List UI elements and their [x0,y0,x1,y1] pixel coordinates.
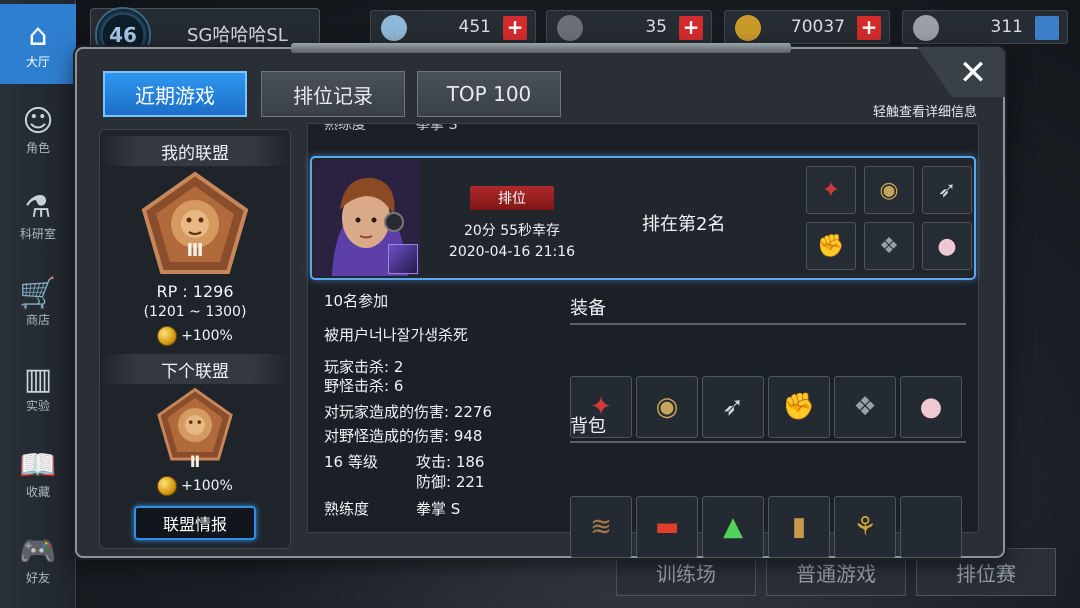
black-armor-icon: ❖ [864,222,914,270]
add-tickets-button[interactable]: + [679,16,703,40]
pearl-icon: ● [922,222,972,270]
tab-recent-games[interactable]: 近期游戏 [103,71,247,117]
red-bar-icon[interactable]: ▬ [636,496,698,558]
killed-by: 被用户너나잘가생杀死 [324,326,469,344]
cart-icon: 🛒 [19,275,57,311]
nav-label: 好友 [25,570,50,585]
survival-time: 20分 55秒幸存 [463,223,561,239]
rp-value: RP : 1296 [156,282,234,301]
monster-damage: 对野怪造成的伤害: 948 [324,427,483,445]
bonus-value: +100% [181,478,233,494]
currency-value: 451 [458,17,491,37]
green-powder-icon[interactable]: ▲ [702,496,764,558]
final-rank: 排在第2名 [642,214,726,235]
close-button[interactable]: ✕ [953,53,993,93]
alliance-info-button[interactable]: 联盟情报 [134,506,256,540]
peek-value: 拳掌 S [416,124,458,133]
currency-bp: 311 [902,10,1068,44]
gem-icon [381,15,407,41]
player-damage: 对玩家造成的伤害: 2276 [324,403,492,421]
backpack-title: 背包 [570,412,966,443]
modal-top-ornament [291,43,791,53]
mastery-value: 拳掌 S [416,500,461,518]
top-bar: 46 SG哈哈哈SL 451 + 35 + 70037 + 311 [80,0,1080,63]
nav-character[interactable]: ☺ 角色 [0,90,76,170]
book-icon: 📖 [19,447,57,483]
bp-icon [913,15,939,41]
next-bonus: +100% [100,476,290,496]
attack-stat: 攻击: 186 [416,453,485,471]
bonus-value: +100% [181,328,233,344]
coin-icon [157,476,178,496]
lion-emblem-icon [156,388,234,462]
match-detail-panel[interactable]: 熟练度 拳掌 S 排位 20分 55秒幸存 2020-04-16 21:16 排… [307,123,979,558]
jar-icon[interactable]: ▮ [768,496,830,558]
currency-value: 311 [990,17,1023,37]
empty-slot[interactable] [900,496,962,558]
currency-value: 35 [645,17,667,37]
character-level: 16 等级 [324,453,378,471]
books-icon: ▥ [23,361,53,397]
nav-label: 实验 [25,398,50,413]
tab-ranked-history[interactable]: 排位记录 [261,71,405,117]
nav-label: 科研室 [19,226,56,241]
home-icon: ⌂ [28,17,48,53]
alliance-panel: 我的联盟 Ⅲ RP : 1296 (1201 ~ 1300) +100% 下个联… [99,129,291,549]
nav-collection[interactable]: 📖 收藏 [0,434,76,514]
my-bonus: +100% [100,326,290,346]
currency-tickets: 35 + [546,10,712,44]
rp-range: (1201 ~ 1300) [143,304,247,320]
coin-icon [157,326,178,346]
character-skill-icon [388,244,418,274]
add-coins-button[interactable]: + [857,16,881,40]
currency-value: 70037 [790,17,845,37]
red-arm-icon: ✊ [806,222,856,270]
coin-icon [735,15,761,41]
equipment-title: 装备 [570,294,966,325]
flask-icon: ⚗ [24,189,52,225]
ranked-mode-badge: 排位 [470,186,554,210]
peek-label: 熟练度 [324,124,366,133]
gauntlet-icon: ◉ [864,166,914,214]
nav-experiment[interactable]: ▥ 实验 [0,348,76,428]
match-datetime: 2020-04-16 21:16 [448,244,576,260]
match-card[interactable]: 排位 20分 55秒幸存 2020-04-16 21:16 排在第2名 ✦ ◉ … [310,156,976,280]
nav-label: 收藏 [25,484,50,499]
branch-bundle-icon[interactable]: ≋ [570,496,632,558]
root-icon[interactable]: ⚘ [834,496,896,558]
mastery-label: 熟练度 [324,500,370,518]
nav-label: 角色 [25,140,50,155]
previous-row-peek: 熟练度 拳掌 S [308,124,978,154]
nav-lobby[interactable]: ⌂ 大厅 [0,4,76,84]
nav-friends[interactable]: 🎮 好友 [0,520,76,600]
ticket-icon [557,15,583,41]
monster-kills: 野怪击杀: 6 [324,377,404,395]
my-alliance-title: 我的联盟 [100,136,290,166]
player-kills: 玩家击杀: 2 [324,358,404,376]
nav-label: 商店 [25,312,50,327]
next-tier-numeral: Ⅱ [189,452,201,471]
tab-top-100[interactable]: TOP 100 [417,71,561,117]
nav-label: 大厅 [25,54,50,69]
gamepad-icon: 🎮 [19,533,57,569]
player-name: SG哈哈哈SL [187,25,288,46]
add-gems-button[interactable]: + [503,16,527,40]
red-weapon-icon: ✦ [806,166,856,214]
currency-coins: 70037 + [724,10,890,44]
left-nav: ⌂ 大厅 ☺ 角色 ⚗ 科研室 🛒 商店 ▥ 实验 📖 收藏 🎮 好友 [0,0,76,608]
participants-count: 10名参加 [324,292,389,310]
next-alliance-title: 下个联盟 [100,354,290,384]
my-tier-numeral: Ⅲ [186,240,204,261]
character-portrait [314,160,420,276]
character-icon: ☺ [22,103,54,139]
bp-info-button[interactable] [1035,16,1059,40]
player-profile[interactable]: 46 SG哈哈哈SL [90,7,320,63]
detail-hint: 轻触查看详细信息 [872,105,977,120]
nav-lab[interactable]: ⚗ 科研室 [0,176,76,256]
blade-icon: ➶ [922,166,972,214]
match-history-modal: ✕ 近期游戏 排位记录 TOP 100 轻触查看详细信息 我的联盟 Ⅲ RP :… [75,43,1005,558]
defense-stat: 防御: 221 [416,473,485,491]
currency-gems: 451 + [370,10,536,44]
nav-shop[interactable]: 🛒 商店 [0,262,76,342]
